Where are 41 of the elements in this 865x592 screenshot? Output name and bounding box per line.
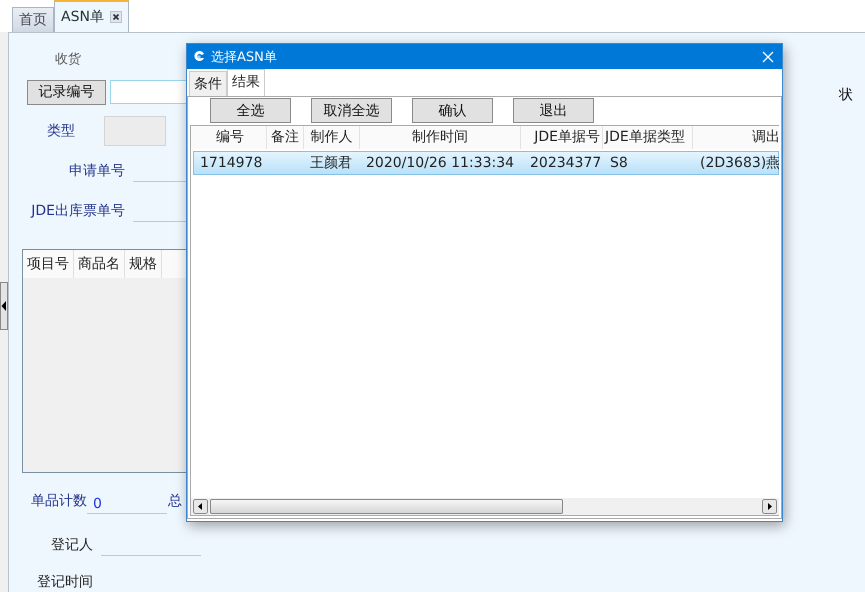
column-header[interactable]: 编号 [191, 126, 267, 149]
column-header[interactable]: 规格 [125, 250, 162, 278]
button[interactable]: 取消全选 [311, 98, 392, 123]
table-cell: 1714978 [200, 155, 262, 171]
record-number-button[interactable]: 记录编号 [27, 80, 106, 104]
column-header[interactable]: 商品名 [74, 250, 125, 278]
column-header[interactable]: 制作人 [304, 126, 360, 149]
column-header[interactable]: 制作时间 [360, 126, 521, 149]
close-icon[interactable] [110, 11, 122, 23]
scroll-thumb[interactable] [210, 499, 563, 514]
column-header[interactable]: 项目号 [23, 250, 74, 278]
field-label: 类型 [46, 122, 76, 140]
table-cell: 王颜君 [310, 155, 352, 171]
column-header[interactable]: JDE单据号 [521, 126, 603, 149]
button[interactable]: 确认 [412, 98, 493, 123]
field-label: 登记人 [51, 536, 93, 554]
tab[interactable]: 结果 [227, 69, 265, 96]
field-label: 总 [168, 492, 182, 510]
table-cell: S8 [610, 155, 628, 171]
table-cell: 2020/10/26 11:33:34 [366, 155, 514, 171]
field-label: 登记时间 [37, 573, 93, 591]
collapse-handle-icon[interactable] [0, 282, 8, 330]
column-header[interactable]: 调出 [693, 126, 779, 149]
column-header[interactable]: 备注 [267, 126, 304, 149]
count-value: 0 [87, 488, 167, 514]
field-label: 申请单号 [68, 162, 126, 180]
horizontal-scrollbar[interactable] [191, 498, 779, 515]
tab[interactable]: 首页 [12, 7, 54, 32]
window-title: 选择ASN单 [211, 48, 277, 66]
button[interactable]: 退出 [513, 98, 594, 123]
field-label: 状 [839, 86, 853, 104]
table-cell: 20234377 [530, 155, 602, 171]
field-label: JDE出库票单号 [30, 202, 126, 220]
input-field[interactable] [104, 116, 166, 146]
app-icon [193, 50, 205, 64]
column-header[interactable]: JDE单据类型 [603, 126, 693, 149]
tab[interactable]: ASN单 [54, 0, 129, 32]
tab[interactable]: 条件 [189, 71, 227, 96]
button[interactable]: 全选 [210, 98, 291, 123]
section-label: 收货 [55, 51, 81, 68]
field-label: 单品计数 [31, 492, 87, 510]
